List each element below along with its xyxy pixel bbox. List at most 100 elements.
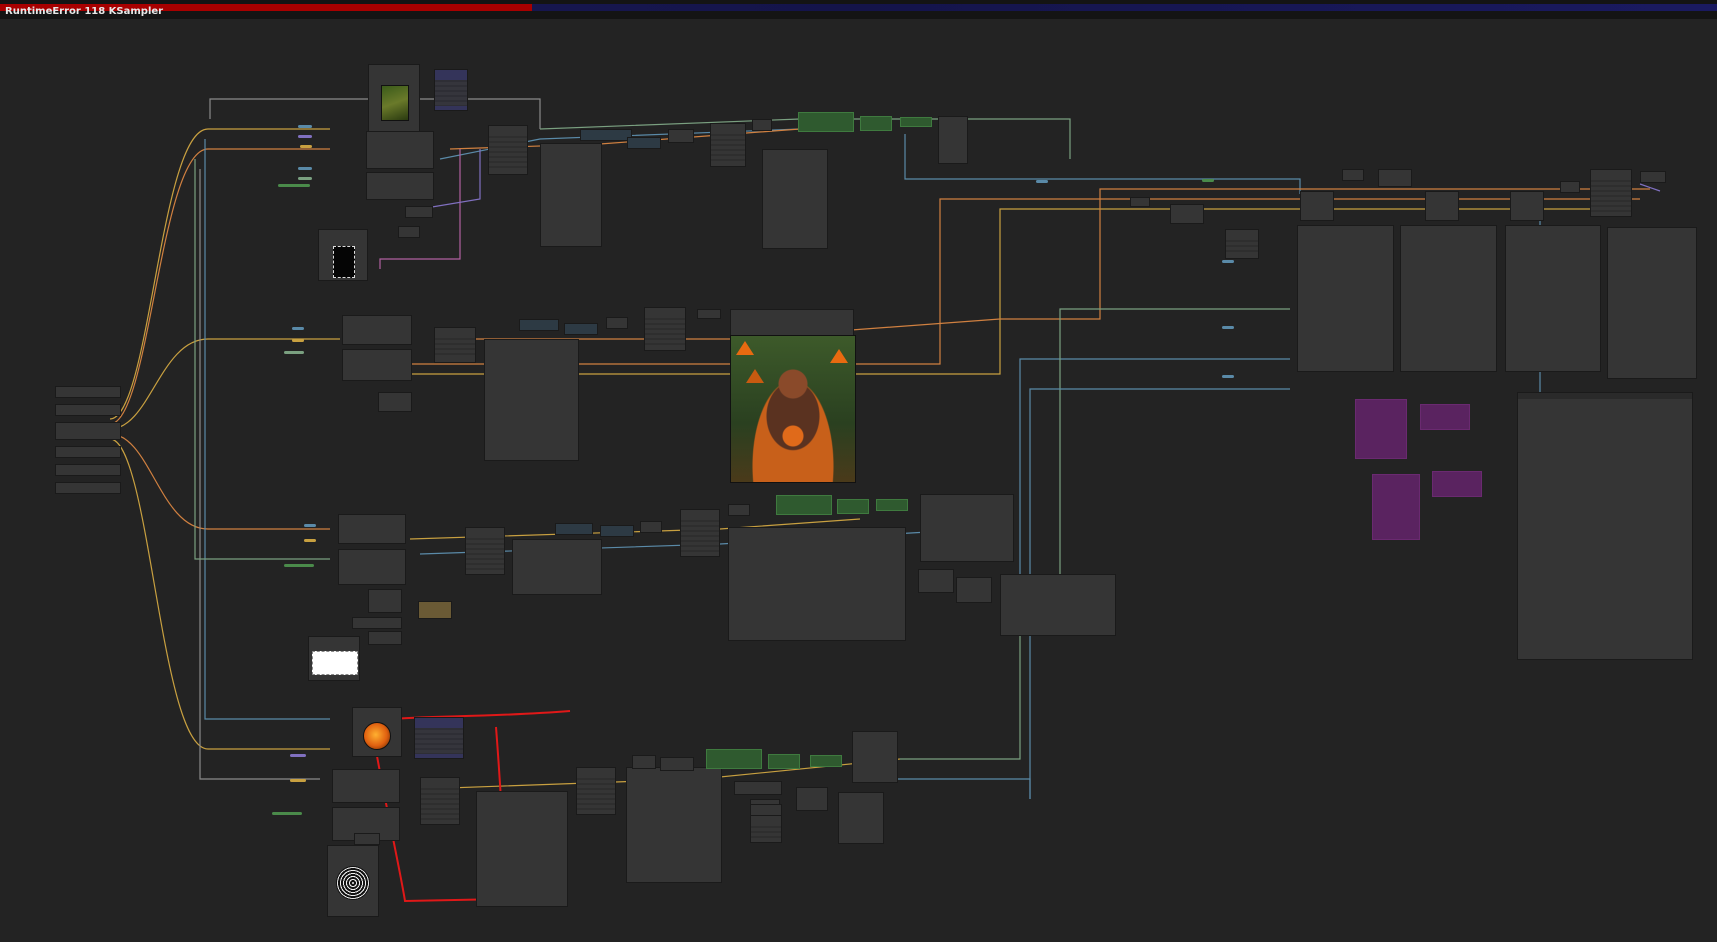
node[interactable] <box>354 833 380 845</box>
node[interactable] <box>660 757 694 771</box>
reroute[interactable] <box>284 564 314 567</box>
node[interactable] <box>338 514 406 544</box>
mask-node[interactable] <box>308 636 360 681</box>
reroute[interactable] <box>284 351 304 354</box>
node[interactable] <box>1505 225 1601 372</box>
node[interactable] <box>600 525 634 537</box>
node[interactable] <box>555 523 593 535</box>
node[interactable] <box>1425 191 1459 221</box>
reroute[interactable] <box>290 754 306 757</box>
node[interactable] <box>564 323 598 335</box>
sampler-node[interactable] <box>706 749 762 769</box>
node[interactable] <box>852 731 898 783</box>
node[interactable] <box>752 119 772 131</box>
node[interactable] <box>366 131 434 169</box>
node[interactable] <box>728 504 750 516</box>
node[interactable] <box>632 755 656 769</box>
node[interactable] <box>1510 191 1544 221</box>
node[interactable] <box>519 319 559 331</box>
node[interactable] <box>1225 229 1259 259</box>
input-node[interactable] <box>55 386 121 398</box>
node[interactable] <box>796 787 828 811</box>
node[interactable] <box>398 226 420 238</box>
mask-node[interactable] <box>318 229 368 281</box>
note-node[interactable] <box>1432 471 1482 497</box>
node-graph-canvas[interactable] <box>0 19 1717 942</box>
reroute[interactable] <box>300 145 312 148</box>
node[interactable] <box>484 339 579 461</box>
noise-node[interactable] <box>327 845 379 917</box>
note-node[interactable] <box>1355 399 1407 459</box>
node[interactable] <box>540 143 602 247</box>
node[interactable] <box>368 589 402 613</box>
node[interactable] <box>465 527 505 575</box>
reroute[interactable] <box>298 167 312 170</box>
node[interactable] <box>332 769 400 803</box>
node[interactable] <box>728 527 906 641</box>
sampler-node[interactable] <box>900 117 932 127</box>
input-node[interactable] <box>55 464 121 476</box>
node[interactable] <box>434 69 468 111</box>
reroute[interactable] <box>1222 375 1234 378</box>
reroute[interactable] <box>304 539 316 542</box>
node[interactable] <box>420 777 460 825</box>
node[interactable] <box>750 815 782 843</box>
note-node[interactable] <box>1420 404 1470 430</box>
input-node[interactable] <box>55 422 121 440</box>
node[interactable] <box>418 601 452 619</box>
node[interactable] <box>668 129 694 143</box>
node[interactable] <box>938 116 968 164</box>
node[interactable] <box>644 307 686 351</box>
node[interactable] <box>626 767 722 883</box>
node[interactable] <box>1607 227 1697 379</box>
sampler-node[interactable] <box>776 495 832 515</box>
node[interactable] <box>1297 225 1394 372</box>
node[interactable] <box>838 792 884 844</box>
load-image-node[interactable] <box>352 707 402 757</box>
node[interactable] <box>405 206 433 218</box>
node[interactable] <box>580 129 632 141</box>
node[interactable] <box>1300 191 1334 221</box>
node[interactable] <box>366 172 434 200</box>
node[interactable] <box>414 717 464 759</box>
node[interactable] <box>606 317 628 329</box>
reroute[interactable] <box>272 812 302 815</box>
node[interactable] <box>1000 574 1116 636</box>
reroute[interactable] <box>278 184 310 187</box>
reroute[interactable] <box>290 779 306 782</box>
node[interactable] <box>1130 197 1150 207</box>
reroute[interactable] <box>1222 326 1234 329</box>
node[interactable] <box>734 781 782 795</box>
node[interactable] <box>512 539 602 595</box>
node[interactable] <box>697 309 721 319</box>
node[interactable] <box>1590 169 1632 217</box>
reroute[interactable] <box>292 339 304 342</box>
input-node[interactable] <box>55 446 121 458</box>
node[interactable] <box>1342 169 1364 181</box>
node[interactable] <box>338 549 406 585</box>
input-node[interactable] <box>55 404 121 416</box>
reroute[interactable] <box>298 125 312 128</box>
node[interactable] <box>920 494 1014 562</box>
node[interactable] <box>434 327 476 363</box>
node[interactable] <box>1170 204 1204 224</box>
node[interactable] <box>378 392 412 412</box>
node[interactable] <box>352 617 402 629</box>
text-output-node[interactable] <box>1517 392 1693 660</box>
sampler-node[interactable] <box>860 116 892 131</box>
node[interactable] <box>488 125 528 175</box>
reroute[interactable] <box>1222 260 1234 263</box>
sampler-node[interactable] <box>876 499 908 511</box>
node[interactable] <box>1400 225 1497 372</box>
input-node[interactable] <box>55 482 121 494</box>
sampler-node[interactable] <box>837 499 869 514</box>
node[interactable] <box>1560 181 1580 193</box>
reroute[interactable] <box>1202 179 1214 182</box>
reroute[interactable] <box>304 524 316 527</box>
node[interactable] <box>627 137 661 149</box>
node[interactable] <box>342 315 412 345</box>
node[interactable] <box>710 123 746 167</box>
note-node[interactable] <box>1372 474 1420 540</box>
node[interactable] <box>576 767 616 815</box>
node[interactable] <box>640 521 662 533</box>
